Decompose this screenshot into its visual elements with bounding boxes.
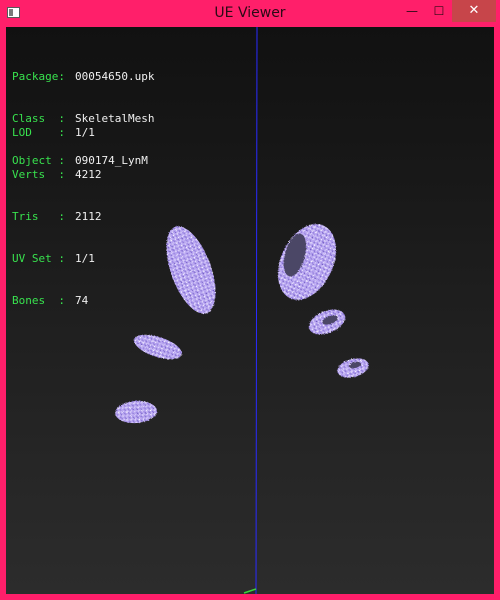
axis-line-green [243,588,257,594]
mesh-part-right-ring-middle [308,309,346,335]
info-value-uvset: 1/1 [75,252,95,265]
mesh-part-left-lower [115,400,157,424]
info-label-tris: Tris : [12,210,65,223]
info-label-lod: LOD : [12,126,65,139]
title-bar[interactable]: UE Viewer — ☐ ✕ [0,0,500,27]
info-row-bones: Bones : 74 [12,294,102,308]
info-row-uvset: UV Set : 1/1 [12,252,102,266]
app-window: UE Viewer — ☐ ✕ Package: 00054650.upk Cl… [0,0,500,600]
info-value-lod: 1/1 [75,126,95,139]
mesh-part-right-ring-large [277,224,337,300]
axis-line-blue [255,27,258,594]
info-label-verts: Verts : [12,168,65,181]
info-row-lod: LOD : 1/1 [12,126,102,140]
info-value-package: 00054650.upk [75,70,155,83]
info-value-bones: 74 [75,294,89,307]
info-label-uvset: UV Set : [12,252,65,265]
info-row-tris: Tris : 2112 [12,210,102,224]
info-row-package: Package: 00054650.upk [12,70,154,84]
info-row-verts: Verts : 4212 [12,168,102,182]
mesh-part-left-large [166,226,216,314]
info-value-tris: 2112 [75,210,102,223]
maximize-button[interactable]: ☐ [426,0,452,22]
info-label-bones: Bones : [12,294,65,307]
info-value-verts: 4212 [75,168,102,181]
info-panel-mesh-stats: LOD : 1/1 Verts : 4212 Tris : 2112 UV Set :… [12,98,102,336]
3d-viewport[interactable]: Package: 00054650.upk Class : SkeletalMesh… [6,27,494,594]
minimize-button[interactable]: — [398,0,426,22]
mesh-part-left-middle [134,334,182,360]
close-button[interactable]: ✕ [452,0,496,22]
info-label-package: Package: [12,70,65,83]
mesh-part-right-ring-small [337,358,369,378]
